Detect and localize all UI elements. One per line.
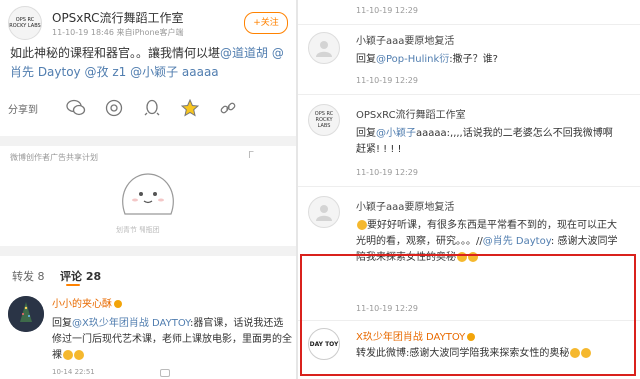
share-label: 分享到 [8,104,38,116]
follow-button[interactable]: +关注 [244,12,288,34]
share-bar: 分享到 [8,96,294,120]
left-panel: OPS RC ROCKY LABS OPSxRC流行舞蹈工作室 11-10-19… [0,0,296,379]
comment-text: 回复@小颖子aaaaa:,,,,话说我的二老婆怎么不回我微博啊 赶紧! ! ! … [356,126,624,158]
mention-link[interactable]: @小颖子 [376,128,416,139]
reply-prefix: 回复 [52,318,72,329]
mention-link[interactable]: @肖先 Daytoy [483,236,551,247]
post-time: 11-10-19 18:46 [52,28,114,37]
emoji-icon [74,350,84,360]
comment-body: :撒子？谁? [449,54,498,65]
qzone-icon[interactable] [180,98,200,118]
section-separator [0,136,296,146]
comment-time: 11-10-19 12:29 [356,168,418,177]
mention-link[interactable]: @道道胡 [220,46,268,60]
comment-time: 11-10-19 12:29 [356,76,418,85]
comment-tabs: 转发 8 评论 28 [0,264,296,288]
right-panel: 11-10-19 12:29 小颖子aaa要原地复活 回复@Pop-Hulink… [298,0,640,379]
author-avatar[interactable]: OPS RC ROCKY LABS [8,6,42,40]
section-separator [0,246,296,256]
tab-comment[interactable]: 评论 28 [60,268,101,284]
comment-time: 11-10-19 12:29 [356,6,418,15]
comment-text: 回复@Pop-Hulink衍:撒子？谁? [356,52,624,68]
ad-illustration[interactable] [117,170,179,220]
commenter-avatar[interactable] [8,296,44,332]
mention-link[interactable]: @小颖子 aaaaa [130,65,219,79]
ad-close-icon[interactable]: Γ [248,150,254,161]
ad-caption: 划青节 퉤瓶团 [116,226,160,234]
user-avatar[interactable] [308,196,340,228]
mention-link[interactable]: @Pop-Hulink衍 [376,54,449,65]
wechat-icon[interactable] [66,98,86,118]
emoji-icon [357,220,367,230]
ad-label: 微博创作者广告共享计划 [10,153,98,162]
comment-text: 回复@X玖少年团肖战 DAYTOY:器官课，话说我还选修过一门后现代艺术课，老师… [52,316,292,364]
tab-forward[interactable]: 转发 8 [12,268,45,284]
divider [298,186,640,187]
commenter-name[interactable]: 小小的夹心酥 [52,295,122,310]
divider [298,24,640,25]
vip-badge-icon [114,300,122,308]
emoji-icon [63,350,73,360]
post-source: 来自iPhone客户端 [116,28,184,37]
commenter-name[interactable]: 小颖子aaa要原地复活 [356,198,454,213]
commenter-name[interactable]: 小颖子aaa要原地复活 [356,32,454,47]
mention-link[interactable]: @孜 z1 [85,65,127,79]
post-author[interactable]: OPSxRC流行舞蹈工作室 [52,9,184,26]
highlight-box [300,254,636,376]
link-icon[interactable] [218,98,238,118]
commenter-name-text: 小小的夹心酥 [52,299,112,310]
tab-active-indicator [66,284,80,286]
post-text: 如此神秘的课程和器官。。讓我情何以堪@道道胡 @肖先 Daytoy @孜 z1 … [10,44,290,82]
comment-time: 10-14 22:51 [52,368,95,376]
divider [298,94,640,95]
commenter-name[interactable]: OPSxRC流行舞蹈工作室 [356,106,466,121]
post-meta: 11-10-19 18:46 来自iPhone客户端 [52,27,183,38]
post-header: OPS RC ROCKY LABS OPSxRC流行舞蹈工作室 11-10-19… [8,6,294,40]
reply-prefix: 回复 [356,54,376,65]
qq-icon[interactable] [142,98,162,118]
user-avatar[interactable] [308,32,340,64]
reply-prefix: 回复 [356,128,376,139]
post-text-body: 如此神秘的课程和器官。。讓我情何以堪 [10,46,221,60]
mention-link[interactable]: @X玖少年团肖战 DAYTOY [72,318,190,329]
user-avatar[interactable]: OPS RC ROCKY LABS [308,104,340,136]
reply-bubble-icon[interactable] [160,369,170,377]
moments-icon[interactable] [104,98,124,118]
